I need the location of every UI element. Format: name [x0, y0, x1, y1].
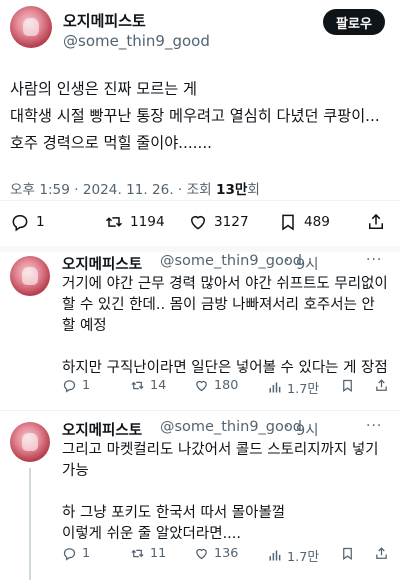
reply-icon	[63, 380, 76, 393]
reply-icon	[63, 548, 76, 561]
like-count: 180	[214, 378, 239, 393]
retweet-count: 11	[150, 546, 167, 561]
reply-button[interactable]: 1	[62, 546, 90, 561]
share-icon	[376, 379, 387, 391]
separator: ·	[285, 253, 290, 269]
more-icon[interactable]: ···	[366, 252, 382, 268]
views-count: 1.7만	[287, 550, 320, 565]
tweet-time[interactable]: 오후 1:59	[10, 182, 70, 198]
reply-button[interactable]: 1	[10, 209, 45, 235]
like-button[interactable]: 136	[194, 546, 238, 561]
views-button[interactable]: 1.7만	[267, 546, 319, 565]
reply-count: 1	[82, 546, 91, 561]
reply-action-bar: 1 11 136 1.7만	[62, 546, 392, 566]
bookmark-icon	[343, 379, 352, 393]
like-button[interactable]: 180	[194, 378, 238, 393]
author-display-name[interactable]: 오지메피스토	[62, 253, 142, 274]
like-icon	[190, 215, 206, 230]
author-handle[interactable]: @some_thin9_good	[160, 253, 302, 269]
reply-text: 그리고 마켓컬리도 나갔어서 콜드 스토리지까지 넣기 가능 하 그냥 포키도 …	[62, 442, 379, 542]
avatar[interactable]	[10, 422, 50, 462]
views-icon	[269, 382, 281, 393]
bookmark-button[interactable]	[340, 546, 355, 561]
bookmark-button[interactable]	[340, 378, 355, 393]
tweet-text: 사람의 인생은 진짜 모르는 게 대학생 시절 빵꾸난 통장 메우려고 열심히 …	[10, 80, 380, 152]
bookmark-count: 489	[304, 214, 330, 230]
retweet-icon	[105, 217, 123, 227]
share-button[interactable]	[374, 546, 389, 561]
separator: ·	[285, 419, 290, 435]
retweet-count: 1194	[130, 214, 165, 230]
tweet-date[interactable]: 2024. 11. 26.	[83, 182, 174, 198]
like-count: 3127	[214, 214, 249, 230]
author-handle[interactable]: @some_thin9_good	[160, 419, 302, 435]
like-icon	[196, 380, 207, 392]
bookmark-icon	[282, 214, 294, 231]
bookmark-button[interactable]: 489	[278, 209, 330, 235]
reply-action-bar: 1 14 180 1.7만	[62, 378, 392, 398]
avatar[interactable]	[10, 256, 50, 296]
retweet-button[interactable]: 1194	[104, 209, 165, 235]
divider	[0, 200, 400, 201]
reply-icon	[12, 215, 28, 232]
views-count: 1.7만	[287, 382, 320, 397]
author-display-name[interactable]: 오지메피스토	[63, 10, 146, 31]
like-button[interactable]: 3127	[188, 209, 249, 235]
retweet-count: 14	[150, 378, 167, 393]
author-handle[interactable]: @some_thin9_good	[63, 32, 210, 50]
views-button[interactable]: 1.7만	[267, 378, 319, 397]
reply-button[interactable]: 1	[62, 378, 90, 393]
retweet-icon	[131, 381, 144, 390]
separator: ·	[177, 182, 183, 198]
author-display-name[interactable]: 오지메피스토	[62, 419, 142, 440]
tweet-meta: 오후 1:59 · 2024. 11. 26. · 조회 13만회	[10, 178, 260, 198]
retweet-icon	[131, 549, 144, 558]
reply-text: 거기에 야간 근무 경력 많아서 야간 쉬프트도 무리없이 할 수 있긴 한데.…	[62, 276, 388, 376]
reply-count: 1	[36, 214, 45, 230]
reply-age[interactable]: 9시	[296, 253, 319, 274]
separator: ·	[74, 182, 79, 198]
thread-line	[29, 468, 31, 580]
reply-count: 1	[82, 378, 91, 393]
views-label: 조회	[186, 182, 212, 198]
follow-button[interactable]: 팔로우	[323, 9, 385, 35]
share-icon	[369, 213, 383, 229]
reply-age[interactable]: 9시	[296, 419, 319, 440]
like-icon	[196, 548, 207, 560]
share-icon	[376, 547, 387, 559]
retweet-button[interactable]: 11	[130, 546, 166, 561]
more-icon[interactable]: ···	[366, 418, 382, 434]
views-suffix: 회	[247, 182, 260, 198]
views-icon	[269, 550, 281, 561]
views-count[interactable]: 13만	[216, 182, 247, 198]
reply-tweet[interactable]: 오지메피스토 @some_thin9_good · 9시 ··· 거기에 야간 …	[0, 252, 400, 412]
divider	[0, 410, 400, 411]
reply-tweet[interactable]: 오지메피스토 @some_thin9_good · 9시 ··· 그리고 마켓컬…	[0, 418, 400, 580]
bookmark-icon	[343, 547, 352, 561]
avatar[interactable]	[10, 6, 52, 48]
retweet-button[interactable]: 14	[130, 378, 166, 393]
share-button[interactable]	[374, 378, 389, 393]
like-count: 136	[214, 546, 239, 561]
share-button[interactable]	[366, 209, 386, 235]
